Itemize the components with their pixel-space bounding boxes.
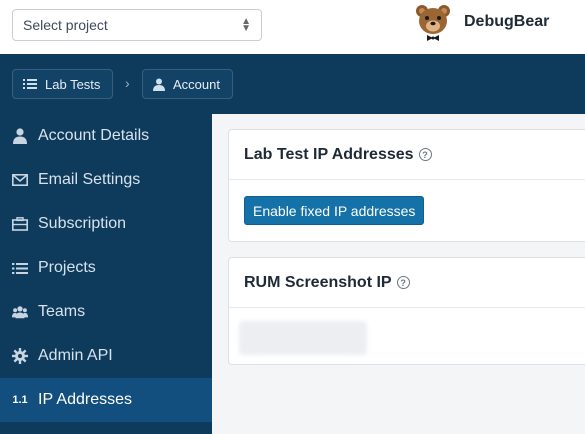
lab-ip-card-header: Lab Test IP Addresses ?	[229, 130, 585, 180]
blurred-ip-value	[239, 321, 367, 355]
sidebar-item-label: Projects	[38, 259, 96, 276]
gear-icon	[12, 348, 28, 364]
sidebar-item-ip-addresses[interactable]: 1.1 IP Addresses	[0, 378, 212, 422]
brand[interactable]: DebugBear	[414, 2, 549, 42]
sidebar-item-label: Admin API	[38, 347, 113, 364]
breadcrumb-label: Account	[173, 76, 220, 92]
lab-ip-card: Lab Test IP Addresses ? Enable fixed IP …	[228, 129, 585, 242]
breadcrumb-lab-tests[interactable]: Lab Tests	[12, 69, 114, 99]
user-icon	[153, 78, 165, 91]
main-content: Lab Test IP Addresses ? Enable fixed IP …	[212, 114, 585, 434]
sidebar-item-email-settings[interactable]: Email Settings	[0, 158, 212, 202]
envelope-icon	[12, 174, 28, 186]
sidebar-item-label: Account Details	[38, 127, 150, 144]
bear-logo	[416, 5, 450, 41]
sidebar: Account Details Email Settings Subscript…	[0, 114, 212, 434]
numbering-icon: 1.1	[12, 394, 28, 406]
rum-card-header: RUM Screenshot IP ?	[229, 258, 585, 308]
card-title: RUM Screenshot IP	[244, 273, 392, 291]
sidebar-item-label: Teams	[38, 303, 86, 320]
sidebar-item-subscription[interactable]: Subscription	[0, 202, 212, 246]
help-icon[interactable]: ?	[396, 276, 410, 289]
breadcrumb-separator: ›	[125, 75, 130, 91]
list-icon	[23, 78, 37, 90]
card-title: Lab Test IP Addresses	[244, 145, 414, 163]
sidebar-item-label: Email Settings	[38, 171, 141, 188]
help-icon[interactable]: ?	[418, 148, 432, 161]
user-icon	[12, 128, 28, 144]
users-icon	[12, 305, 28, 319]
rum-screenshot-card: RUM Screenshot IP ?	[228, 257, 585, 365]
sidebar-item-teams[interactable]: Teams	[0, 290, 212, 334]
sidebar-item-label: Subscription	[38, 215, 127, 232]
sort-caret-icon: ▲ ▼	[241, 16, 251, 34]
sidebar-item-label: IP Addresses	[38, 391, 132, 408]
brand-name: DebugBear	[464, 13, 550, 30]
project-select-value: Select project	[23, 17, 108, 33]
enable-fixed-ip-button[interactable]: Enable fixed IP addresses	[244, 196, 425, 225]
sidebar-item-admin-api[interactable]: Admin API	[0, 334, 212, 378]
sidebar-item-account-details[interactable]: Account Details	[0, 114, 212, 158]
briefcase-icon	[12, 217, 28, 231]
project-select[interactable]: Select project ▲ ▼	[12, 9, 262, 41]
breadcrumb: Lab Tests › Account	[0, 54, 585, 114]
sidebar-item-projects[interactable]: Projects	[0, 246, 212, 290]
top-bar: Select project ▲ ▼ DebugBear	[0, 0, 585, 54]
breadcrumb-account[interactable]: Account	[142, 69, 233, 99]
breadcrumb-label: Lab Tests	[45, 76, 101, 92]
list-icon	[12, 262, 28, 275]
